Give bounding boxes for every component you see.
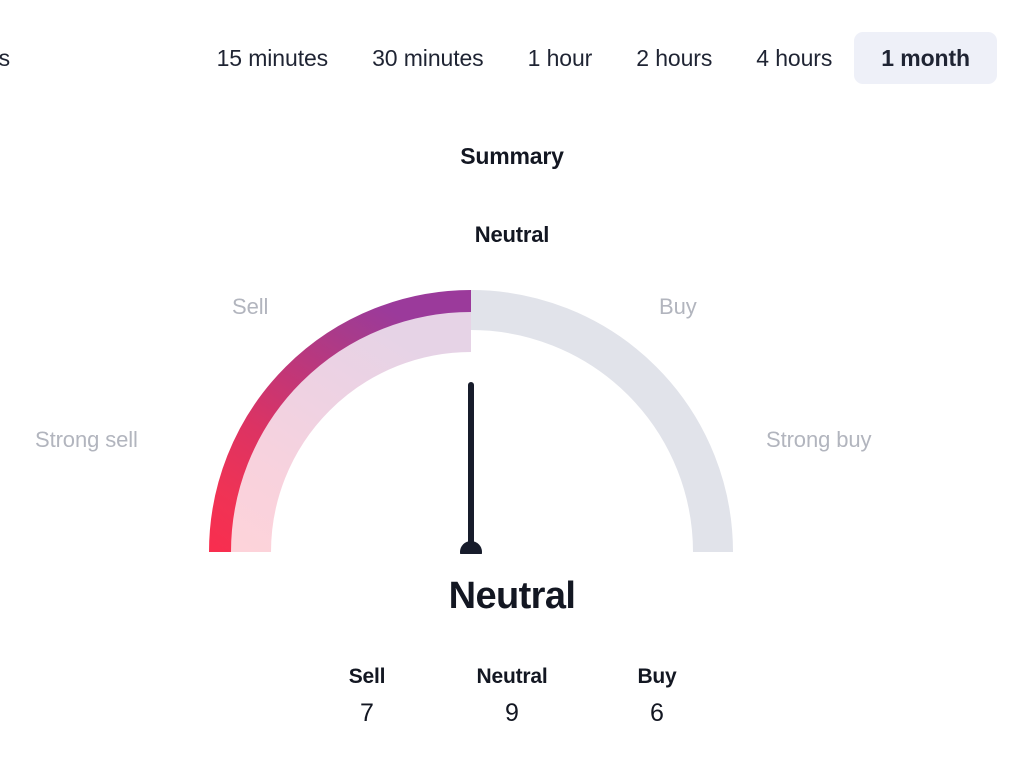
tab-1-month[interactable]: 1 month [854, 32, 997, 84]
tab-label: 1 month [881, 44, 970, 71]
count-label: Buy [637, 665, 677, 688]
tab-label: 5 minutes [0, 44, 10, 71]
gauge-zone-label-buy: Buy [659, 294, 697, 319]
gauge-verdict-main: Neutral [448, 575, 576, 617]
count-value: 6 [650, 699, 664, 728]
interval-tabbar: 5 minutes 15 minutes 30 minutes 1 hour 2… [0, 24, 1024, 92]
count-label: Sell [348, 665, 386, 688]
tab-label: 30 minutes [372, 44, 484, 71]
tab-2-hours[interactable]: 2 hours [614, 32, 734, 84]
gauge-zone-label-strong-buy: Strong buy [766, 427, 872, 452]
count-label: Neutral [476, 665, 548, 688]
tab-label: 2 hours [636, 44, 713, 71]
count-value: 7 [360, 699, 374, 728]
gauge-arc-sell-pale [227, 308, 472, 553]
summary-gauge: Sell Buy Strong sell Strong buy [0, 270, 1024, 570]
tab-label: 15 minutes [216, 44, 329, 71]
signal-counts: Sell 7 Neutral 9 Buy 6 [0, 665, 1024, 728]
gauge-needle-hub [460, 541, 482, 554]
tab-5-minutes[interactable]: 5 minutes [0, 32, 10, 84]
tab-label: 4 hours [756, 44, 833, 71]
technical-summary-panel: 5 minutes 15 minutes 30 minutes 1 hour 2… [0, 0, 1024, 767]
count-cell-buy: Buy 6 [615, 665, 700, 728]
tab-30-minutes[interactable]: 30 minutes [350, 32, 506, 84]
gauge-graphic [209, 290, 733, 554]
gauge-zone-label-strong-sell: Strong sell [35, 427, 138, 452]
gauge-arc-inactive [470, 290, 733, 553]
tab-label: 1 hour [527, 44, 593, 71]
page-title: Summary [460, 143, 564, 169]
tab-4-hours[interactable]: 4 hours [734, 32, 854, 84]
count-cell-sell: Sell 7 [325, 665, 410, 728]
gauge-zone-label-sell: Sell [232, 294, 269, 319]
tab-1-hour[interactable]: 1 hour [506, 32, 615, 84]
count-value: 9 [505, 699, 519, 728]
gauge-verdict-top: Neutral [474, 222, 550, 247]
tab-15-minutes[interactable]: 15 minutes [195, 32, 351, 84]
count-cell-neutral: Neutral 9 [470, 665, 555, 728]
